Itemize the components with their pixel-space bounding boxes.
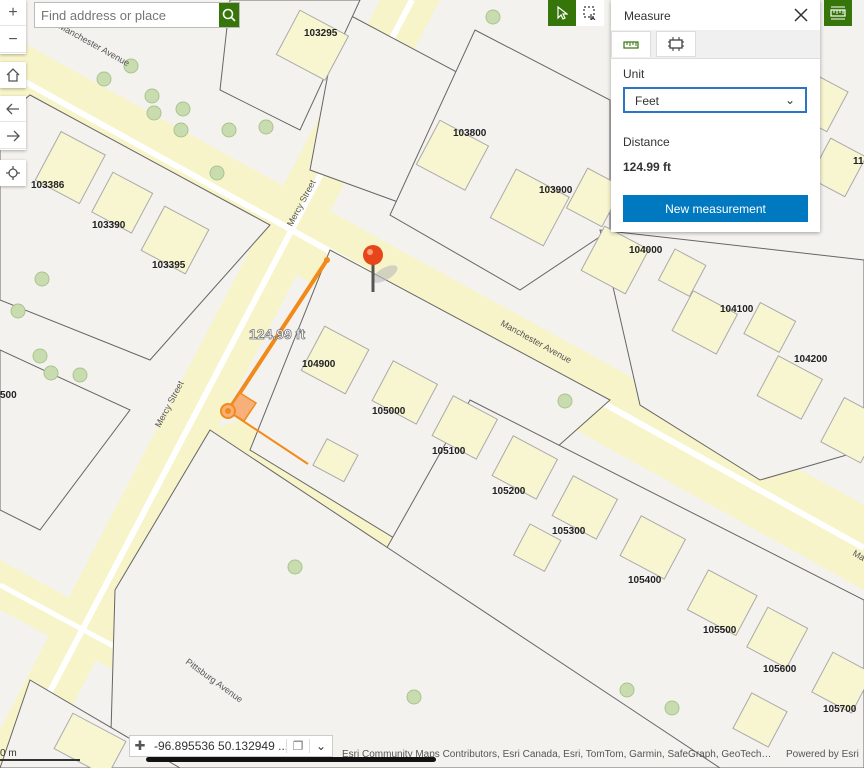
tab-area[interactable] — [656, 31, 696, 57]
measure-panel: Measure Unit Feet ⌄ Distance 124.99 ft N… — [611, 0, 820, 232]
search-icon — [222, 8, 236, 22]
distance-value: 124.99 ft — [623, 160, 672, 174]
search-box — [34, 2, 240, 28]
history-controls — [0, 96, 26, 150]
new-measurement-button[interactable]: New measurement — [623, 195, 808, 222]
powered-by[interactable]: Powered by Esri — [786, 749, 859, 760]
parcel-label: 105100 — [432, 446, 466, 457]
parcel-label: 11 — [853, 156, 864, 167]
area-icon — [668, 37, 684, 51]
parcel-label: 103800 — [453, 128, 487, 139]
locate-button[interactable] — [0, 160, 26, 186]
chevron-down-icon: ⌄ — [784, 93, 795, 107]
close-button[interactable] — [794, 6, 808, 27]
parcel-label: 105000 — [372, 406, 406, 417]
previous-extent-button[interactable] — [0, 96, 26, 122]
measure-tool-button[interactable] — [824, 0, 852, 26]
search-button[interactable] — [219, 3, 239, 27]
parcel-label: 103386 — [31, 180, 65, 191]
search-input[interactable] — [35, 3, 219, 27]
home-button[interactable] — [0, 62, 26, 88]
close-icon — [794, 8, 808, 22]
coordinate-widget: ✚ -96.895536 50.132949 ... ❐ ⌄ — [129, 735, 333, 757]
parcel-label: 105200 — [492, 486, 526, 497]
tab-distance[interactable] — [611, 31, 651, 57]
chevron-down-icon[interactable]: ⌄ — [309, 739, 332, 753]
parcel-label: 103395 — [152, 260, 186, 271]
box-select-tool-button[interactable] — [576, 0, 604, 26]
measure-tabs — [611, 30, 820, 59]
copy-icon[interactable]: ❐ — [286, 739, 309, 753]
scale-label: 0 m — [0, 748, 17, 759]
unit-select[interactable]: Feet ⌄ — [623, 87, 807, 113]
parcel-label: 105600 — [763, 664, 797, 675]
measure-distance-label: 124.99 ft — [249, 326, 305, 342]
unit-label: Unit — [623, 67, 645, 81]
parcel-label: 105700 — [823, 704, 857, 715]
scale-bar — [0, 759, 80, 761]
ruler-icon — [830, 6, 846, 20]
zoom-in-button[interactable]: + — [0, 0, 26, 26]
home-icon — [6, 68, 20, 82]
unit-select-value: Feet — [635, 94, 660, 108]
crosshair-icon[interactable]: ✚ — [130, 738, 150, 754]
parcel-label: 105300 — [552, 526, 586, 537]
parcel-label: 105400 — [628, 575, 662, 586]
parcel-label: 103390 — [92, 220, 126, 231]
home-indicator — [146, 757, 436, 762]
box-select-icon — [583, 6, 596, 20]
parcel-label: 103295 — [304, 28, 338, 39]
select-tool-button[interactable] — [548, 0, 576, 26]
parcel-label: 105500 — [703, 625, 737, 636]
parcel-label: 104900 — [302, 359, 336, 370]
panel-title: Measure — [624, 9, 671, 23]
measure-start-point — [324, 257, 330, 263]
locate-icon — [6, 166, 20, 180]
parcel-label: 103900 — [539, 185, 573, 196]
parcel-label: 104000 — [629, 245, 663, 256]
arrow-left-icon — [6, 103, 19, 114]
cursor-icon — [557, 6, 568, 20]
zoom-out-button[interactable]: − — [0, 27, 26, 53]
zoom-controls: + − — [0, 0, 26, 54]
parcel-label: 500 — [0, 390, 17, 401]
coordinate-readout: -96.895536 50.132949 ... — [154, 739, 286, 753]
parcel-label: 104100 — [720, 304, 754, 315]
ruler-icon — [623, 40, 639, 49]
next-extent-button[interactable] — [0, 123, 26, 149]
parcel-label: 104200 — [794, 354, 828, 365]
arrow-right-icon — [7, 130, 20, 141]
distance-label: Distance — [623, 135, 670, 149]
